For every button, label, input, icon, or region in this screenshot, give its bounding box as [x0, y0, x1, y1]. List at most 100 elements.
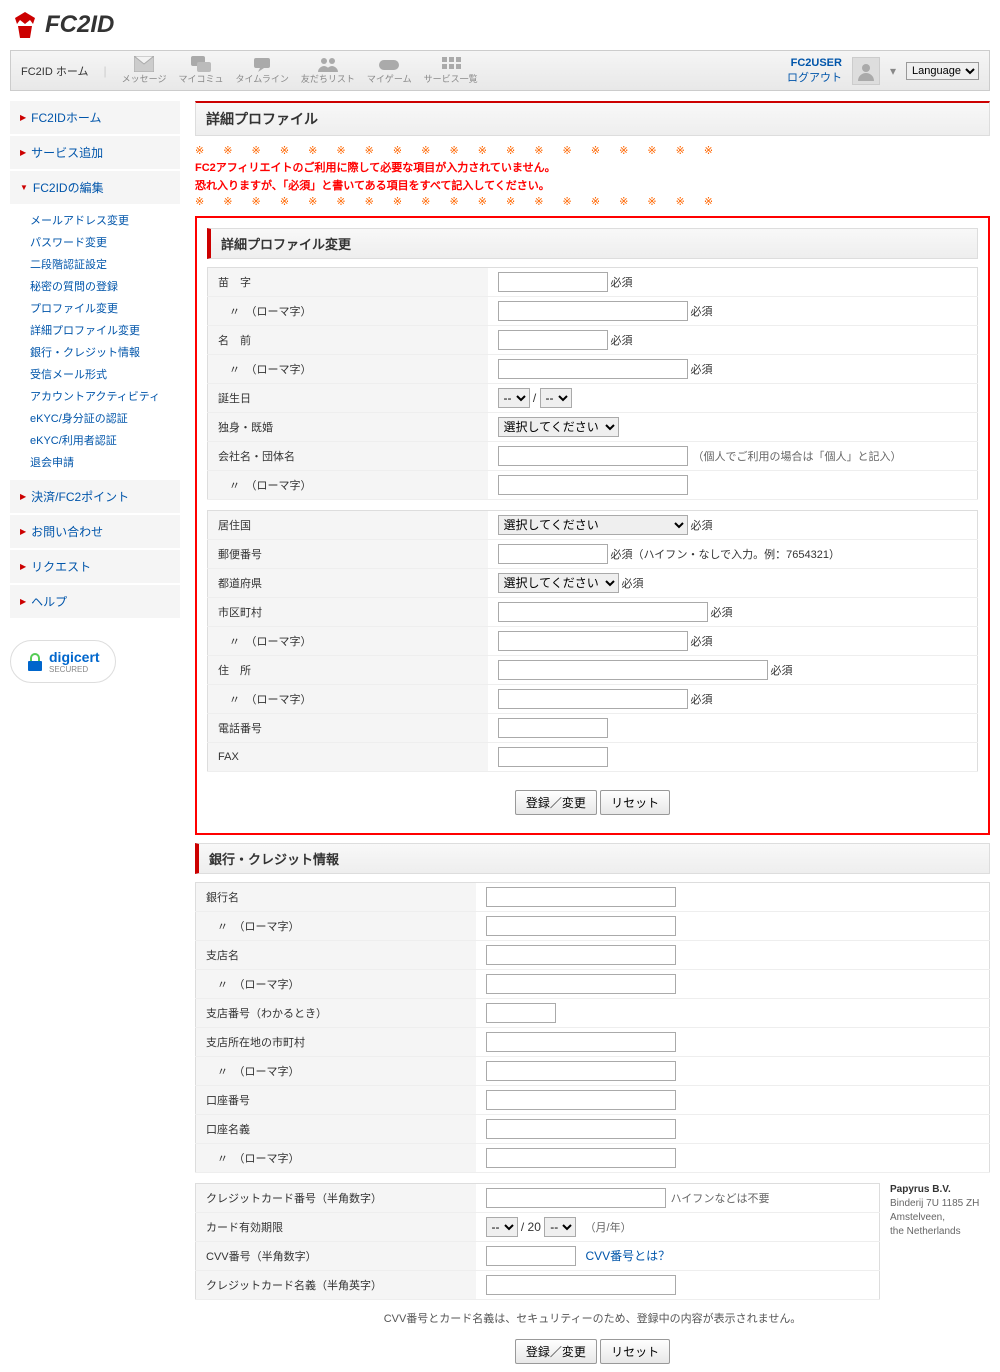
sidebar-help[interactable]: ヘルプ [10, 585, 180, 618]
label-company-roman: 〃 （ローマ字） [208, 471, 488, 500]
sub-mail-format[interactable]: 受信メール形式 [30, 363, 180, 385]
reset-bank-button[interactable]: リセット [600, 1339, 670, 1364]
input-firstname-roman[interactable] [498, 359, 688, 379]
nav-games[interactable]: マイゲーム [367, 56, 412, 85]
fc2-logo-icon [10, 10, 40, 40]
speech-icon [252, 56, 272, 72]
input-address[interactable] [498, 660, 768, 680]
nav-messages[interactable]: メッセージ [122, 56, 167, 85]
label-postal: 郵便番号 [208, 540, 488, 569]
sidebar-add-service[interactable]: サービス追加 [10, 136, 180, 169]
select-marital[interactable]: 選択してください [498, 417, 619, 437]
grid-icon [441, 56, 461, 72]
label-lastname: 苗 字 [208, 268, 488, 297]
nav-timeline[interactable]: タイムライン [235, 56, 288, 85]
label-company: 会社名・団体名 [208, 442, 488, 471]
input-branch-city-roman[interactable] [486, 1061, 676, 1081]
sidebar-contact[interactable]: お問い合わせ [10, 515, 180, 548]
sub-activity[interactable]: アカウントアクティビティ [30, 385, 180, 407]
input-branch-roman[interactable] [486, 974, 676, 994]
address-table: 居住国選択してください必須 郵便番号必須（ハイフン・なしで入力。例：765432… [207, 510, 978, 772]
submit-bank-button[interactable]: 登録／変更 [515, 1339, 597, 1364]
home-link[interactable]: FC2ID ホーム [21, 63, 89, 79]
input-city[interactable] [498, 602, 708, 622]
label-address: 住 所 [208, 656, 488, 685]
select-birth-day[interactable]: -- [540, 388, 572, 408]
submit-profile-button[interactable]: 登録／変更 [515, 790, 597, 815]
warning-stars-top: ※ ※ ※ ※ ※ ※ ※ ※ ※ ※ ※ ※ ※ ※ ※ ※ ※ ※ ※ [195, 144, 990, 157]
select-prefecture[interactable]: 選択してください [498, 573, 619, 593]
select-expiry-year[interactable]: -- [544, 1217, 576, 1237]
input-branch-no[interactable] [486, 1003, 556, 1023]
input-card-no[interactable] [486, 1188, 666, 1208]
warning-line2: 恐れ入りますが、「必須」と書いてある項目をすべて記入してください。 [195, 177, 990, 193]
people-icon [318, 56, 338, 72]
label-cvv: CVV番号（半角数字） [196, 1242, 476, 1271]
avatar[interactable] [852, 57, 880, 85]
sub-detail-profile[interactable]: 詳細プロファイル変更 [30, 319, 180, 341]
label-card-name: クレジットカード名義（半角英字） [196, 1271, 476, 1300]
input-account-no[interactable] [486, 1090, 676, 1110]
nav-community[interactable]: マイコミュ [178, 56, 223, 85]
label-birthday: 誕生日 [208, 384, 488, 413]
logout-link[interactable]: ログアウト [787, 72, 842, 84]
dropdown-arrow-icon[interactable]: ▾ [890, 64, 896, 78]
input-cvv[interactable] [486, 1246, 576, 1266]
input-address-roman[interactable] [498, 689, 688, 709]
input-branch[interactable] [486, 945, 676, 965]
sub-profile[interactable]: プロファイル変更 [30, 297, 180, 319]
input-company-roman[interactable] [498, 475, 688, 495]
sidebar-request[interactable]: リクエスト [10, 550, 180, 583]
input-postal[interactable] [498, 544, 608, 564]
sub-withdraw[interactable]: 退会申請 [30, 451, 180, 473]
logo-bar: FC2ID [10, 0, 990, 50]
sub-email[interactable]: メールアドレス変更 [30, 209, 180, 231]
label-expiry: カード有効期限 [196, 1213, 476, 1242]
select-birth-month[interactable]: -- [498, 388, 530, 408]
main-content: 詳細プロファイル ※ ※ ※ ※ ※ ※ ※ ※ ※ ※ ※ ※ ※ ※ ※ ※… [195, 101, 990, 1372]
input-lastname[interactable] [498, 272, 608, 292]
input-bank-name-roman[interactable] [486, 916, 676, 936]
sidebar-payment[interactable]: 決済/FC2ポイント [10, 480, 180, 513]
nav-friends[interactable]: 友だちリスト [301, 56, 355, 85]
input-lastname-roman[interactable] [498, 301, 688, 321]
top-nav: FC2ID ホーム | メッセージ マイコミュ タイムライン 友だちリスト マイ… [10, 50, 990, 91]
credit-table: クレジットカード番号（半角数字）ハイフンなどは不要 カード有効期限-- / 20… [195, 1183, 880, 1300]
input-account-name-roman[interactable] [486, 1148, 676, 1168]
label-city: 市区町村 [208, 598, 488, 627]
language-select[interactable]: Language [906, 62, 979, 80]
reset-profile-button[interactable]: リセット [600, 790, 670, 815]
input-fax[interactable] [498, 747, 608, 767]
user-name: FC2USER [791, 57, 842, 69]
cvv-help-link[interactable]: CVV番号とは？ [586, 1249, 671, 1263]
sidebar-home[interactable]: FC2IDホーム [10, 101, 180, 134]
sub-secret[interactable]: 秘密の質問の登録 [30, 275, 180, 297]
label-firstname-roman: 〃 （ローマ字） [208, 355, 488, 384]
sub-2fa[interactable]: 二段階認証設定 [30, 253, 180, 275]
label-bank-name-roman: 〃 （ローマ字） [196, 912, 476, 941]
label-country: 居住国 [208, 511, 488, 540]
select-expiry-month[interactable]: -- [486, 1217, 518, 1237]
sidebar-edit-fc2id[interactable]: FC2IDの編集 [10, 171, 180, 204]
select-country[interactable]: 選択してください [498, 515, 688, 535]
label-address-roman: 〃 （ローマ字） [208, 685, 488, 714]
input-city-roman[interactable] [498, 631, 688, 651]
sub-bank[interactable]: 銀行・クレジット情報 [30, 341, 180, 363]
sub-password[interactable]: パスワード変更 [30, 231, 180, 253]
input-firstname[interactable] [498, 330, 608, 350]
envelope-icon [134, 56, 154, 72]
label-marital: 独身・既婚 [208, 413, 488, 442]
sub-ekyc-user[interactable]: eKYC/利用者認証 [30, 429, 180, 451]
input-company[interactable] [498, 446, 688, 466]
input-bank-name[interactable] [486, 887, 676, 907]
input-card-name[interactable] [486, 1275, 676, 1295]
lock-icon [26, 653, 44, 671]
digicert-seal[interactable]: digicert SECURED [10, 640, 116, 683]
nav-services[interactable]: サービス一覧 [424, 56, 478, 85]
label-account-name: 口座名義 [196, 1115, 476, 1144]
input-account-name[interactable] [486, 1119, 676, 1139]
sub-ekyc-id[interactable]: eKYC/身分証の認証 [30, 407, 180, 429]
section1-title: 詳細プロファイル変更 [207, 228, 978, 259]
input-phone[interactable] [498, 718, 608, 738]
input-branch-city[interactable] [486, 1032, 676, 1052]
